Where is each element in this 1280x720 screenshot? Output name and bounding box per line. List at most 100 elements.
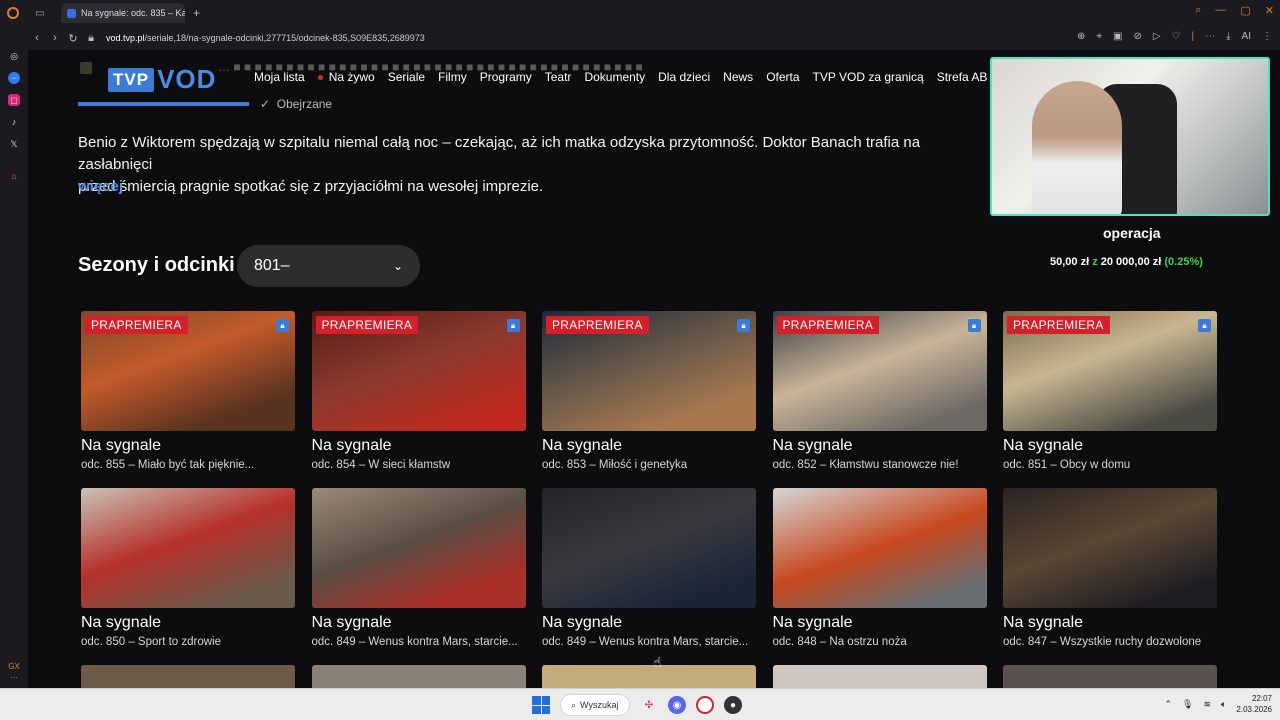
tray-chevron-icon[interactable]: ⌃ [1164, 699, 1172, 710]
episode-subtitle[interactable]: odc. 850 – Sport to zdrowie [81, 636, 295, 648]
episode-title[interactable]: Na sygnale [1003, 614, 1217, 632]
menu-item-filmy[interactable]: Filmy [438, 70, 467, 84]
forward-icon[interactable]: › [46, 32, 64, 44]
episode-title[interactable]: Na sygnale [1003, 437, 1217, 455]
episode-subtitle[interactable]: odc. 855 – Miało być tak pięknie... [81, 459, 295, 471]
adblock-icon[interactable]: ⊘ [1133, 31, 1141, 42]
menu-item-strefa-ab[interactable]: Strefa AB [937, 70, 988, 84]
tiktok-icon[interactable]: ♪ [8, 116, 20, 128]
menu-item-dla-dzieci[interactable]: Dla dzieci [658, 70, 710, 84]
menu-item-seriale[interactable]: Seriale [388, 70, 425, 84]
back-icon[interactable]: ‹ [28, 32, 46, 44]
pin-icon[interactable]: ⌖ [1096, 31, 1102, 42]
menu-item-teatr[interactable]: Teatr [545, 70, 572, 84]
tab-island-icon[interactable]: ▭ [33, 6, 47, 20]
episode-title[interactable]: Na sygnale [312, 437, 526, 455]
speaker-icon[interactable]: 🔈︎ [1221, 699, 1226, 710]
minimize-icon[interactable]: — [1215, 4, 1226, 17]
windows-start-icon[interactable] [532, 696, 550, 714]
episode-thumbnail[interactable]: PRAPREMIERA 🔒︎ [772, 311, 987, 431]
episode-card[interactable]: PRAPREMIERA 🔒︎ Na sygnale odc. 851 – Obcy w… [1003, 311, 1217, 488]
episode-subtitle[interactable]: odc. 853 – Miłość i genetyka [542, 459, 756, 471]
season-select[interactable]: 801– ⌄ [237, 245, 420, 287]
episode-thumbnail-partial[interactable] [542, 665, 756, 688]
episode-thumbnail[interactable]: PRAPREMIERA 🔒︎ [311, 311, 526, 431]
more-link[interactable]: więcej [78, 178, 123, 195]
messenger-icon[interactable]: ~ [8, 72, 20, 84]
menu-item-news[interactable]: News [723, 70, 753, 84]
episode-title[interactable]: Na sygnale [542, 437, 756, 455]
episode-thumbnail-partial[interactable] [1003, 665, 1217, 688]
screenshot-icon[interactable]: ▣ [1113, 31, 1122, 42]
episode-thumbnail[interactable]: PRAPREMIERA 🔒︎ [1003, 311, 1217, 431]
new-tab-button[interactable]: + [193, 6, 200, 20]
episode-subtitle[interactable]: odc. 854 – W sieci kłamstw [312, 459, 526, 471]
episode-card[interactable]: Na sygnale odc. 849 – Wenus kontra Mars, … [311, 488, 526, 665]
episode-subtitle[interactable]: odc. 852 – Kłamstwu stanowcze nie! [773, 459, 987, 471]
episode-thumbnail-partial[interactable] [81, 665, 295, 688]
extensions-icon[interactable]: ⋯ [1205, 31, 1215, 42]
lock-icon[interactable]: 🔒︎ [82, 32, 100, 45]
close-window-icon[interactable]: ✕ [1265, 4, 1274, 17]
sidebar-more-icon[interactable]: GX… [0, 662, 28, 680]
episode-card[interactable]: PRAPREMIERA 🔒︎ Na sygnale odc. 854 – W siec… [311, 311, 526, 488]
reload-icon[interactable]: ↻ [64, 32, 82, 45]
tvp-vod-logo[interactable]: TVP VOD [108, 64, 216, 95]
episode-thumbnail[interactable] [311, 488, 526, 608]
chatgpt-icon[interactable]: ◎ [8, 50, 20, 62]
episode-card[interactable]: Na sygnale odc. 850 – Sport to zdrowie [81, 488, 295, 665]
x-icon[interactable]: 𝕏 [8, 138, 20, 150]
microphone-icon[interactable]: 🎙︎ [1182, 699, 1193, 710]
search-tabs-icon[interactable]: ⌕ [1195, 4, 1201, 17]
menu-icon[interactable]: ⋮ [1262, 31, 1272, 42]
episode-subtitle[interactable]: odc. 847 – Wszystkie ruchy dozwolone [1003, 636, 1217, 648]
taskbar-clock[interactable]: 22:07 2.03.2026 [1236, 693, 1272, 715]
slack-icon[interactable]: ✣ [640, 696, 658, 714]
episode-title[interactable]: Na sygnale [312, 614, 526, 632]
episode-thumbnail[interactable]: PRAPREMIERA 🔒︎ [81, 311, 295, 431]
browser-tab-active[interactable]: Na sygnale: odc. 835 – Ka ✕ [61, 3, 185, 23]
episode-card[interactable]: Na sygnale odc. 847 – Wszystkie ruchy doz… [1003, 488, 1217, 665]
player-icon[interactable]: ⌂ [8, 170, 20, 182]
opera-gx-logo-icon[interactable] [7, 7, 19, 19]
episode-thumbnail[interactable] [1003, 488, 1217, 608]
play-icon[interactable]: ▷ [1153, 31, 1161, 42]
episode-card[interactable]: PRAPREMIERA 🔒︎ Na sygnale odc. 852 – Kłamst… [772, 311, 987, 488]
episode-card[interactable]: Na sygnale odc. 848 – Na ostrzu noża [772, 488, 987, 665]
taskbar-search[interactable]: ⌕ Wyszukaj [560, 694, 630, 716]
episode-subtitle[interactable]: odc. 851 – Obcy w domu [1003, 459, 1217, 471]
episode-title[interactable]: Na sygnale [81, 614, 295, 632]
menu-item-za-granica[interactable]: TVP VOD za granicą [813, 70, 924, 84]
episode-card[interactable]: PRAPREMIERA 🔒︎ Na sygnale odc. 853 – Miłość… [542, 311, 756, 488]
maximize-icon[interactable]: ▢ [1240, 4, 1250, 17]
episode-card[interactable]: PRAPREMIERA 🔒︎ Na sygnale odc. 855 – Miało … [81, 311, 295, 488]
opera-gx-taskbar-icon[interactable] [696, 696, 714, 714]
watched-status[interactable]: ✓ Obejrzane [260, 97, 332, 111]
menu-item-dokumenty[interactable]: Dokumenty [584, 70, 645, 84]
episode-title[interactable]: Na sygnale [542, 614, 756, 632]
episode-title[interactable]: Na sygnale [773, 614, 987, 632]
episode-thumbnail-partial[interactable] [311, 665, 526, 688]
heart-icon[interactable]: ♡ [1172, 31, 1181, 42]
episode-title[interactable]: Na sygnale [81, 437, 295, 455]
menu-item-moja-lista[interactable]: Moja lista [254, 70, 305, 84]
episode-card[interactable]: Na sygnale odc. 849 – Wenus kontra Mars, … [542, 488, 756, 665]
menu-item-oferta[interactable]: Oferta [766, 70, 799, 84]
url-field[interactable]: vod.tvp.pl/seriale,18/na-sygnale-odcinki… [106, 33, 425, 43]
menu-item-programy[interactable]: Programy [480, 70, 532, 84]
episode-thumbnail[interactable] [772, 488, 987, 608]
episode-title[interactable]: Na sygnale [773, 437, 987, 455]
obs-icon[interactable]: ● [724, 696, 742, 714]
wifi-icon[interactable]: ≋ [1203, 699, 1211, 710]
episode-subtitle[interactable]: odc. 849 – Wenus kontra Mars, starcie... [312, 636, 526, 648]
download-icon[interactable]: ⤓ [1226, 31, 1230, 42]
instagram-icon[interactable]: ◻ [8, 94, 20, 106]
discord-icon[interactable]: ◉ [668, 696, 686, 714]
episode-thumbnail[interactable] [542, 488, 756, 608]
episode-subtitle[interactable]: odc. 848 – Na ostrzu noża [773, 636, 987, 648]
episode-thumbnail[interactable]: PRAPREMIERA 🔒︎ [542, 311, 756, 431]
episode-subtitle[interactable]: odc. 849 – Wenus kontra Mars, starcie... [542, 636, 756, 648]
aria-ai-button[interactable]: AI [1242, 31, 1251, 42]
episode-thumbnail-partial[interactable] [772, 665, 987, 688]
menu-item-na-zywo[interactable]: Na żywo [317, 70, 375, 84]
